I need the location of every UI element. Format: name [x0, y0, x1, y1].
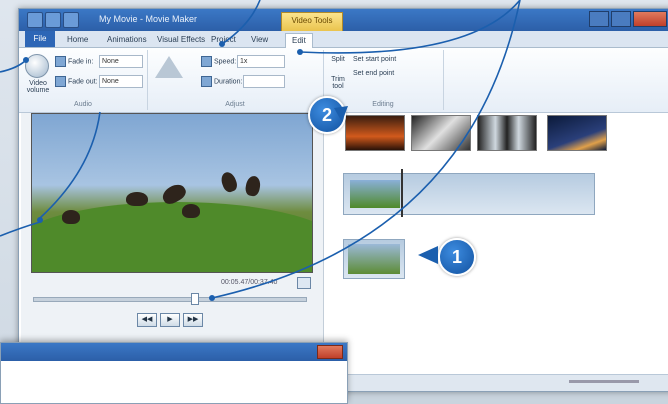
duration-label: Duration:	[201, 76, 242, 87]
next-frame-button[interactable]: ▶▶	[183, 313, 203, 327]
minimize-button[interactable]	[589, 11, 609, 27]
secondary-window	[0, 342, 348, 404]
movie-maker-window: My Movie - Movie Maker Video Tools File …	[18, 8, 668, 392]
video-volume-label: Video volume	[26, 80, 50, 94]
title-bar: My Movie - Movie Maker Video Tools	[19, 9, 668, 32]
callout-2: 2	[308, 96, 346, 134]
fade-in-dropdown[interactable]: None	[99, 55, 143, 68]
clip-item[interactable]	[343, 239, 405, 279]
bird-image	[62, 210, 80, 224]
clip-thumbnail-night[interactable]	[547, 115, 607, 151]
set-end-point[interactable]: Set end point	[353, 70, 394, 77]
playback-controls: ◀◀ ▶ ▶▶	[137, 313, 203, 327]
group-label-adjust: Adjust	[225, 101, 245, 108]
set-start-point[interactable]: Set start point	[353, 56, 396, 63]
time-readout: 00:05.47/00:37.40	[221, 279, 278, 286]
zoom-slider[interactable]	[569, 380, 639, 383]
clip-thumbnail-people[interactable]	[477, 115, 537, 151]
audio-group: Video volume Fade in: None Fade out: Non…	[19, 50, 148, 110]
fade-in-icon	[55, 56, 66, 67]
window-controls	[589, 11, 667, 27]
duration-icon	[201, 76, 212, 87]
tab-project[interactable]: Project	[205, 33, 242, 47]
clip-thumbnail-sunset[interactable]	[345, 115, 405, 151]
adjust-group: Speed: 1x Duration: Adjust	[147, 50, 324, 110]
seek-bar[interactable]	[33, 297, 307, 302]
tab-view[interactable]: View	[245, 33, 274, 47]
fade-out-label: Fade out:	[55, 76, 98, 87]
bird-image	[244, 174, 262, 198]
fade-out-icon	[55, 76, 66, 87]
callout-1: 1	[438, 238, 476, 276]
clip-frame-image	[348, 244, 400, 274]
stabilization-icon[interactable]	[155, 56, 183, 78]
quick-access-toolbar	[27, 12, 79, 28]
save-icon[interactable]	[45, 12, 61, 28]
editing-group: Split Trim tool Set start point Set end …	[323, 50, 444, 110]
video-volume-icon[interactable]	[25, 54, 49, 78]
bird-image	[126, 192, 148, 206]
secondary-close-button[interactable]	[317, 345, 343, 359]
clip-frame-image	[350, 180, 400, 208]
tab-animations[interactable]: Animations	[101, 33, 153, 47]
close-button[interactable]	[633, 11, 667, 27]
secondary-title-bar	[1, 343, 347, 361]
play-button[interactable]: ▶	[160, 313, 180, 327]
video-tools-header: Video Tools	[281, 12, 343, 32]
duration-field[interactable]	[243, 75, 285, 88]
maximize-button[interactable]	[611, 11, 631, 27]
preview-pane: 00:05.47/00:37.40 ◀◀ ▶ ▶▶	[21, 113, 324, 343]
ribbon-tabs: File Home Animations Visual Effects Proj…	[19, 31, 668, 48]
clip-thumbnail-animals[interactable]	[411, 115, 471, 151]
bird-image	[182, 204, 200, 218]
bird-image	[219, 170, 239, 194]
tab-file[interactable]: File	[25, 31, 55, 47]
undo-icon[interactable]	[63, 12, 79, 28]
fade-in-label: Fade in:	[55, 56, 93, 67]
ribbon: Video volume Fade in: None Fade out: Non…	[19, 48, 668, 113]
window-title: My Movie - Movie Maker	[99, 14, 198, 24]
split-button[interactable]: Split	[327, 56, 349, 63]
fullscreen-button[interactable]	[297, 277, 311, 289]
speed-label: Speed:	[201, 56, 236, 67]
speed-dropdown[interactable]: 1x	[237, 55, 285, 68]
video-preview	[31, 113, 313, 273]
trim-tool-button[interactable]: Trim tool	[327, 76, 349, 90]
fade-out-dropdown[interactable]: None	[99, 75, 143, 88]
tab-edit[interactable]: Edit	[285, 33, 313, 48]
previous-frame-button[interactable]: ◀◀	[137, 313, 157, 327]
app-menu-icon[interactable]	[27, 12, 43, 28]
tab-visual-effects[interactable]: Visual Effects	[151, 33, 211, 47]
seek-thumb[interactable]	[191, 293, 199, 305]
selected-clip[interactable]	[343, 173, 595, 215]
tab-home[interactable]: Home	[61, 33, 94, 47]
speed-icon	[201, 56, 212, 67]
playhead[interactable]	[401, 169, 403, 217]
group-label-audio: Audio	[74, 101, 92, 108]
